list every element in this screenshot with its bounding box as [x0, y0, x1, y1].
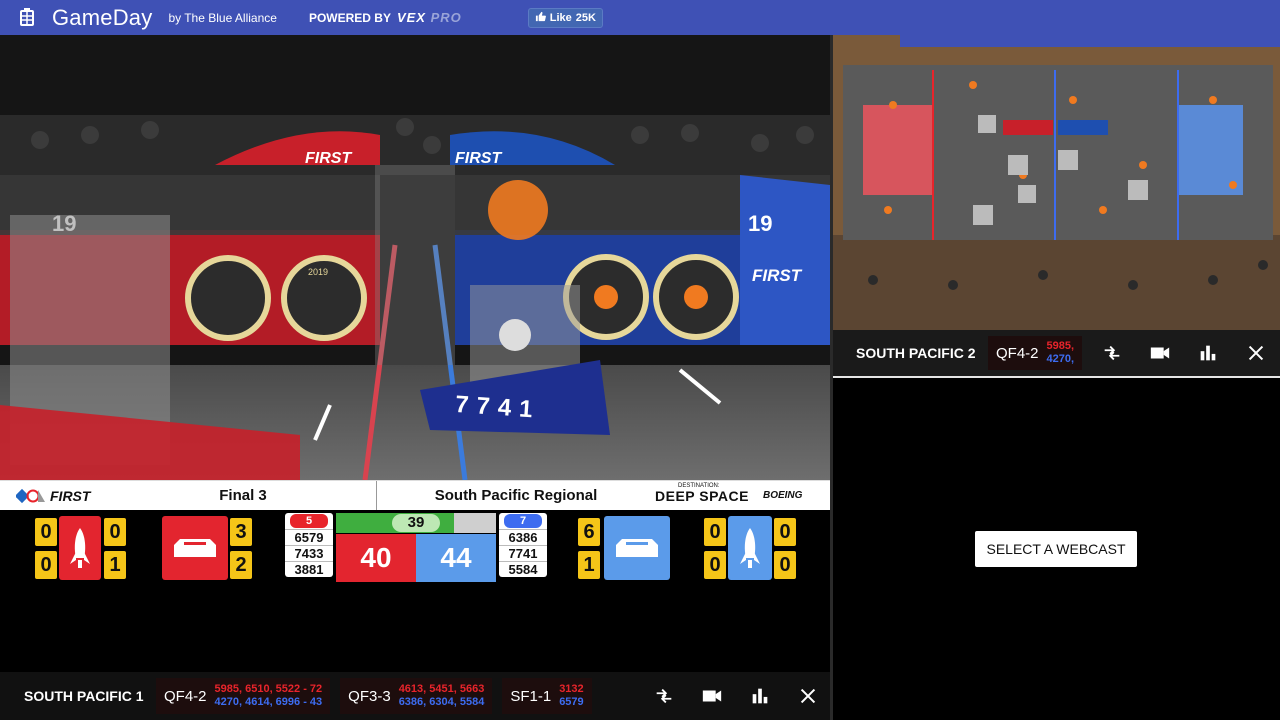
field-brand-side: FIRST: [752, 266, 803, 285]
game-brand: DEEP SPACE BOEING: [655, 488, 802, 504]
red-rocket-icon: [59, 516, 101, 580]
red-cargo-ship-icon: [162, 516, 228, 580]
webcast-name-right: SOUTH PACIFIC 2: [856, 345, 976, 361]
match-teams: 4613, 5451, 5663 6386, 6304, 5584: [399, 683, 485, 709]
hatch-year: 2019: [308, 267, 328, 277]
match-teams: 5985, 6510, 5522 - 72 4270, 4614, 6996 -…: [215, 683, 323, 709]
match-red-teams: 5985,: [1046, 340, 1075, 352]
webcast-name-left: SOUTH PACIFIC 1: [24, 688, 144, 704]
vex-pro-logo[interactable]: VEX PRO: [397, 10, 462, 25]
program-name: FIRST: [50, 487, 91, 504]
blue-team-3: 5584: [499, 561, 547, 577]
blue-hab-count-bottom-left: 0: [704, 551, 726, 579]
match-label: QF3-3: [348, 687, 391, 705]
first-mark-icon: [14, 488, 46, 504]
chart-icon[interactable]: [748, 684, 772, 708]
swap-icon[interactable]: [652, 684, 676, 708]
red-cargo-count-top: 3: [230, 518, 252, 546]
blue-score: 44: [416, 534, 496, 582]
blue-team-2: 7741: [499, 545, 547, 561]
match-blue-teams: 6386, 6304, 5584: [398, 696, 485, 708]
blue-hab-count-bottom-right: 0: [774, 551, 796, 579]
like-label: Like: [549, 11, 572, 24]
red-team-1: 6579: [285, 529, 333, 545]
blue-cargo-count-bottom: 1: [578, 551, 600, 579]
boeing-logo: BOEING: [762, 490, 803, 501]
blue-cargo-ship-icon: [604, 516, 670, 580]
first-logo: FIRST: [0, 488, 110, 504]
close-icon[interactable]: [1244, 341, 1268, 365]
facebook-like-button[interactable]: Like 25K: [527, 7, 603, 28]
blue-alliance-teams: 7 6386 7741 5584: [499, 513, 547, 577]
match-red-teams: 4613, 5451, 5663: [398, 683, 485, 695]
blue-hab-count-top-left: 0: [704, 518, 726, 546]
app-byline[interactable]: by The Blue Alliance: [168, 11, 277, 25]
field-brand-red: FIRST: [305, 150, 352, 167]
swap-icon[interactable]: [1100, 341, 1124, 365]
match-blue-teams: 4270, 4614, 6996 - 43: [214, 696, 323, 708]
red-hab-count-top-left: 0: [35, 518, 57, 546]
game-title: DEEP SPACE: [655, 487, 749, 504]
main-webcast-video[interactable]: FIRST FIRST 19 FIRST 19 2019 7741: [0, 35, 830, 480]
red-hab-count-bottom-left: 0: [35, 551, 57, 579]
close-icon[interactable]: [796, 684, 820, 708]
tba-lamp-icon[interactable]: [16, 7, 38, 29]
red-alliance-rank: 5: [290, 514, 328, 528]
red-alliance-teams: 5 6579 7433 3881: [285, 513, 333, 577]
blue-alliance-rank: 7: [504, 514, 542, 528]
red-team-2: 7433: [285, 545, 333, 561]
thumbs-up-icon: [535, 11, 546, 25]
red-hab-count-top-right: 0: [104, 518, 126, 546]
top-navbar: GameDay by The Blue Alliance POWERED BY …: [0, 0, 1280, 35]
red-score: 40: [336, 534, 416, 582]
field-marker-blue: 19: [748, 211, 772, 236]
select-webcast-button[interactable]: SELECT A WEBCAST: [975, 531, 1137, 567]
match-red-teams: 3132: [559, 683, 584, 695]
camera-icon[interactable]: [1148, 341, 1172, 365]
match-teams: 3132 6579: [559, 683, 583, 709]
event-name: South Pacific Regional: [434, 487, 598, 504]
match-chip-right-qf4-2[interactable]: QF4-2 5985, 4270,: [988, 336, 1083, 370]
camera-icon[interactable]: [700, 684, 724, 708]
game-destination: DESTINATION:: [678, 483, 720, 489]
match-blue-teams: 4270,: [1046, 353, 1075, 365]
powered-by-label: POWERED BY: [308, 10, 391, 25]
like-count: 25K: [575, 11, 596, 24]
match-chip-qf4-2[interactable]: QF4-2 5985, 6510, 5522 - 72 4270, 4614, …: [156, 678, 331, 714]
red-cargo-count-bottom: 2: [230, 551, 252, 579]
match-timer-bar: 39: [336, 513, 496, 533]
blue-cargo-count-top: 6: [578, 518, 600, 546]
overhead-field-frame: [833, 35, 1280, 330]
app-title[interactable]: GameDay: [52, 5, 152, 31]
match-chip-qf3-3[interactable]: QF3-3 4613, 5451, 5663 6386, 6304, 5584: [340, 678, 493, 714]
blue-rocket-icon: [728, 516, 772, 580]
webcast-toolbar-right: SOUTH PACIFIC 2 QF4-2 5985, 4270,: [833, 330, 1280, 376]
red-hab-count-bottom-right: 1: [104, 551, 126, 579]
match-label: QF4-2: [996, 344, 1039, 362]
secondary-webcast-video[interactable]: [833, 35, 1280, 330]
main-video-frame: FIRST FIRST 19 FIRST 19 2019 7741: [0, 35, 830, 480]
red-team-3: 3881: [285, 561, 333, 577]
blue-team-1: 6386: [499, 529, 547, 545]
match-label: SF1-1: [510, 687, 552, 705]
match-red-teams: 5985, 6510, 5522 - 72: [214, 683, 323, 695]
match-teams: 5985, 4270,: [1047, 340, 1075, 366]
match-chip-sf1-1[interactable]: SF1-1 3132 6579: [502, 678, 593, 714]
field-brand-blue: FIRST: [455, 150, 502, 167]
right-top-strip: [900, 35, 1280, 47]
match-timer-text: 39: [392, 514, 440, 532]
match-name: Final 3: [219, 487, 267, 504]
match-label: QF4-2: [164, 687, 207, 705]
match-blue-teams: 6579: [559, 696, 584, 708]
chart-icon[interactable]: [1196, 341, 1220, 365]
blue-hab-count-top-right: 0: [774, 518, 796, 546]
webcast-toolbar-left: SOUTH PACIFIC 1 QF4-2 5985, 6510, 5522 -…: [0, 672, 830, 720]
